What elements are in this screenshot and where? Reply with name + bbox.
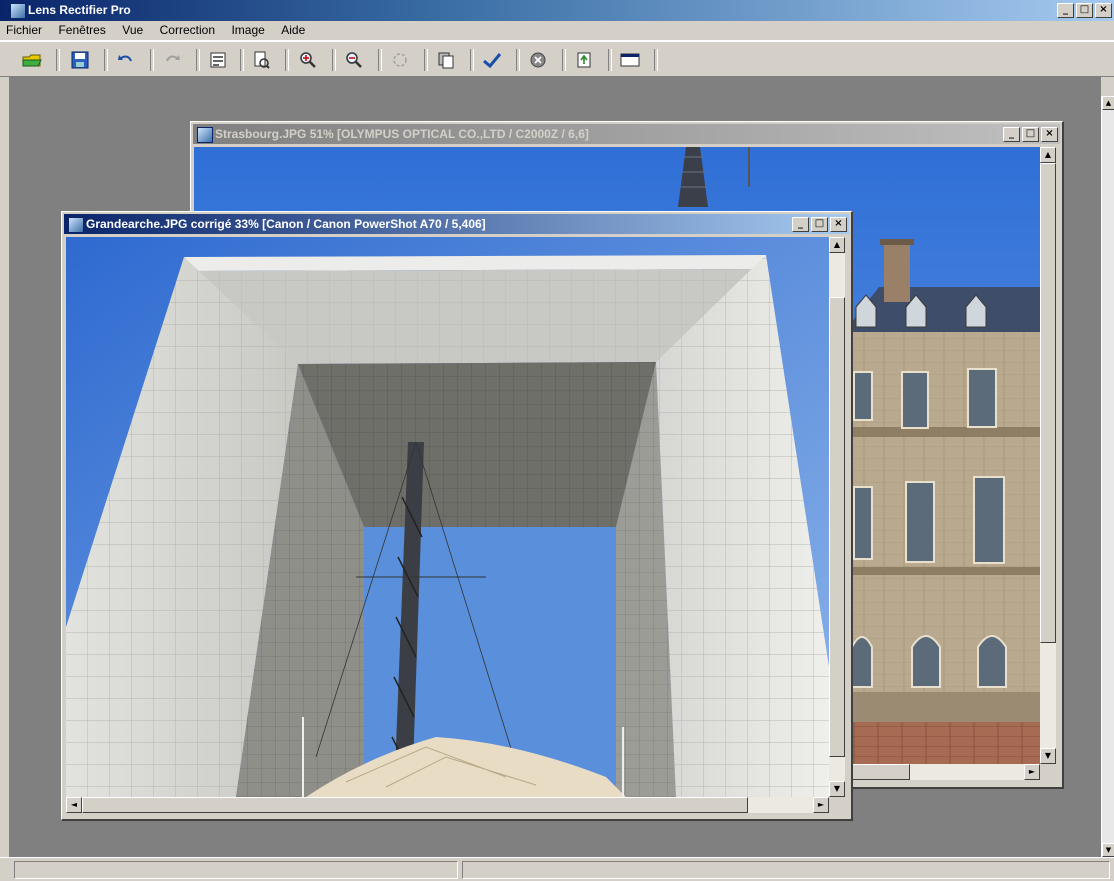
scroll-up-arrow-icon[interactable]: ▲ [829, 237, 845, 253]
properties-icon[interactable] [204, 49, 232, 71]
document-icon [197, 127, 213, 143]
scroll-up-arrow-icon[interactable]: ▲ [1102, 96, 1114, 110]
undo-icon[interactable] [112, 49, 140, 71]
scroll-left-arrow-icon[interactable]: ◄ [66, 797, 82, 813]
grandearche-maximize-button[interactable]: □ [811, 217, 828, 232]
grandearche-window[interactable]: Grandearche.JPG corrigé 33% [Canon / Can… [61, 211, 853, 821]
correct-icon[interactable] [478, 49, 506, 71]
document-icon [68, 217, 84, 233]
toolbar [0, 41, 1114, 77]
strasbourg-title-bar[interactable]: Strasbourg.JPG 51% [OLYMPUS OPTICAL CO.,… [193, 124, 1060, 144]
rotate-icon[interactable] [386, 49, 414, 71]
redo-icon[interactable] [158, 49, 186, 71]
grandearche-title: Grandearche.JPG corrigé 33% [Canon / Can… [86, 217, 486, 231]
scroll-down-arrow-icon[interactable]: ▼ [1040, 748, 1056, 764]
window-icon[interactable] [616, 49, 644, 71]
grandearche-title-bar[interactable]: Grandearche.JPG corrigé 33% [Canon / Can… [64, 214, 849, 234]
export-icon[interactable] [570, 49, 598, 71]
strasbourg-vertical-scrollbar[interactable]: ▲ ▼ [1040, 147, 1056, 764]
save-icon[interactable] [66, 49, 94, 71]
menu-vue[interactable]: Vue [116, 21, 149, 39]
menu-fenetres[interactable]: Fenêtres [52, 21, 111, 39]
grandearche-hscroll-thumb[interactable] [82, 797, 748, 813]
main-vertical-scrollbar[interactable]: ▲ ▼ [1101, 96, 1114, 857]
grandearche-close-button[interactable]: × [830, 217, 847, 232]
strasbourg-vscroll-thumb[interactable] [1040, 163, 1056, 643]
grandearche-minimize-button[interactable]: _ [792, 217, 809, 232]
scroll-down-arrow-icon[interactable]: ▼ [829, 781, 845, 797]
grandearche-vertical-scrollbar[interactable]: ▲ ▼ [829, 237, 845, 797]
close-button[interactable]: × [1095, 3, 1112, 18]
stop-icon[interactable] [524, 49, 552, 71]
app-icon [10, 3, 26, 19]
zoom-in-icon[interactable] [294, 49, 322, 71]
copy-icon[interactable] [432, 49, 460, 71]
grandearche-horizontal-scrollbar[interactable]: ◄ ► [66, 797, 829, 813]
app-title: Lens Rectifier Pro [28, 3, 131, 17]
strasbourg-title: Strasbourg.JPG 51% [OLYMPUS OPTICAL CO.,… [215, 127, 589, 141]
minimize-button[interactable]: _ [1057, 3, 1074, 18]
scroll-right-arrow-icon[interactable]: ► [813, 797, 829, 813]
scroll-up-arrow-icon[interactable]: ▲ [1040, 147, 1056, 163]
grandearche-image[interactable] [66, 237, 829, 797]
status-pane-2 [462, 861, 1110, 879]
scroll-down-arrow-icon[interactable]: ▼ [1102, 843, 1114, 857]
menu-image[interactable]: Image [225, 21, 270, 39]
status-bar [0, 857, 1114, 881]
main-title-bar[interactable]: Lens Rectifier Pro _ □ × [0, 0, 1114, 21]
strasbourg-maximize-button[interactable]: □ [1022, 127, 1039, 142]
maximize-button[interactable]: □ [1076, 3, 1093, 18]
open-icon[interactable] [18, 49, 46, 71]
menu-aide[interactable]: Aide [275, 21, 311, 39]
grandearche-vscroll-thumb[interactable] [829, 297, 845, 757]
scroll-right-arrow-icon[interactable]: ► [1024, 764, 1040, 780]
menu-fichier[interactable]: Fichier [0, 21, 48, 39]
strasbourg-minimize-button[interactable]: _ [1003, 127, 1020, 142]
menu-correction[interactable]: Correction [154, 21, 221, 39]
menu-bar: Fichier Fenêtres Vue Correction Image Ai… [0, 21, 1114, 41]
zoom-out-icon[interactable] [340, 49, 368, 71]
strasbourg-close-button[interactable]: × [1041, 127, 1058, 142]
print-preview-icon[interactable] [247, 49, 275, 71]
status-pane-1 [14, 861, 458, 879]
